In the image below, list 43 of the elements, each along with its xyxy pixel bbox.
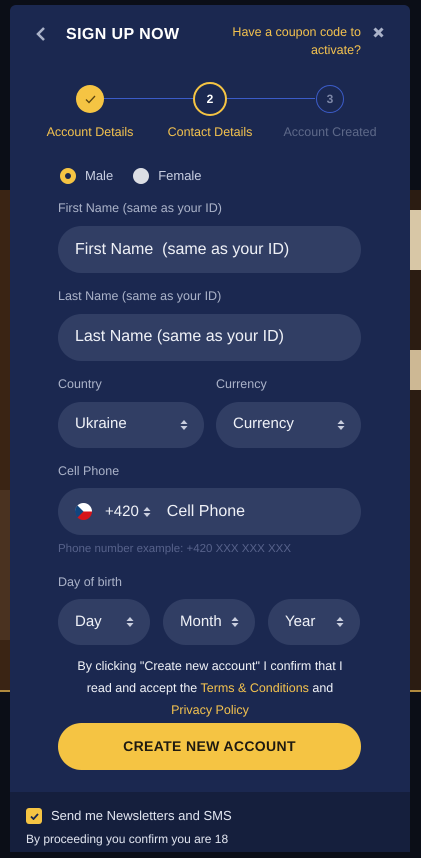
dropdown-select[interactable]: Currency — [216, 402, 361, 448]
phone-hint: Phone number example: +420 XXX XXX XXX — [58, 542, 292, 558]
phone-field[interactable]: +420 Cell Phone — [58, 488, 361, 536]
field-label: Currency — [216, 376, 268, 393]
step-label: Contact Details — [168, 124, 252, 141]
last-name-field[interactable]: Last Name (same as your ID) — [58, 314, 361, 361]
check-icon — [84, 94, 96, 104]
gender-radio[interactable]: Female — [133, 166, 202, 186]
gender-radio[interactable]: Male — [60, 166, 114, 186]
consent-text: By clicking "Create new account" I confirm that I read and accept the Terms & Conditions and Privacy Policy — [76, 658, 344, 720]
create-account-button[interactable]: CREATE NEW ACCOUNT — [58, 723, 361, 770]
check-icon — [30, 812, 38, 820]
newsletter-checkbox[interactable]: Send me Newsletters and SMS — [26, 806, 394, 826]
step-label: Account Created — [283, 124, 377, 141]
field-label: First Name (same as your ID) — [58, 200, 223, 218]
sort-icon — [180, 418, 188, 430]
age-note: By proceeding you confirm you are 18 — [26, 830, 230, 848]
modal-title: SIGN UP NOW — [66, 25, 180, 45]
field-label: Cell Phone — [58, 462, 120, 480]
field-label: Country — [58, 376, 103, 393]
close-icon[interactable] — [373, 27, 384, 38]
first-name-field[interactable]: First Name (same as your ID) — [58, 226, 361, 273]
coupon-link[interactable]: Have a coupon code to activate? — [211, 23, 361, 59]
sort-icon — [337, 418, 345, 430]
privacy-link[interactable]: Privacy Policy — [171, 703, 249, 718]
step-number: 3 — [316, 85, 344, 113]
field-label: Last Name (same as your ID) — [58, 288, 222, 305]
sort-icon — [126, 616, 134, 628]
country-code-select[interactable]: +420 — [105, 500, 151, 523]
dropdown-select[interactable]: Ukraine — [58, 402, 204, 448]
field-label: Day of birth — [58, 574, 123, 591]
dropdown-select[interactable]: Month — [163, 599, 255, 646]
dropdown-select[interactable]: Day — [58, 599, 150, 646]
flag-icon — [75, 503, 92, 520]
sort-icon — [231, 616, 239, 628]
back-icon[interactable] — [36, 26, 46, 42]
sort-icon — [336, 616, 344, 628]
dropdown-select[interactable]: Year — [268, 599, 360, 646]
step-number: 2 — [193, 82, 227, 116]
terms-link[interactable]: Terms & Conditions — [200, 681, 309, 696]
step-label: Account Details — [46, 124, 134, 141]
sort-icon — [142, 506, 151, 518]
phone-input[interactable]: Cell Phone — [166, 500, 337, 524]
